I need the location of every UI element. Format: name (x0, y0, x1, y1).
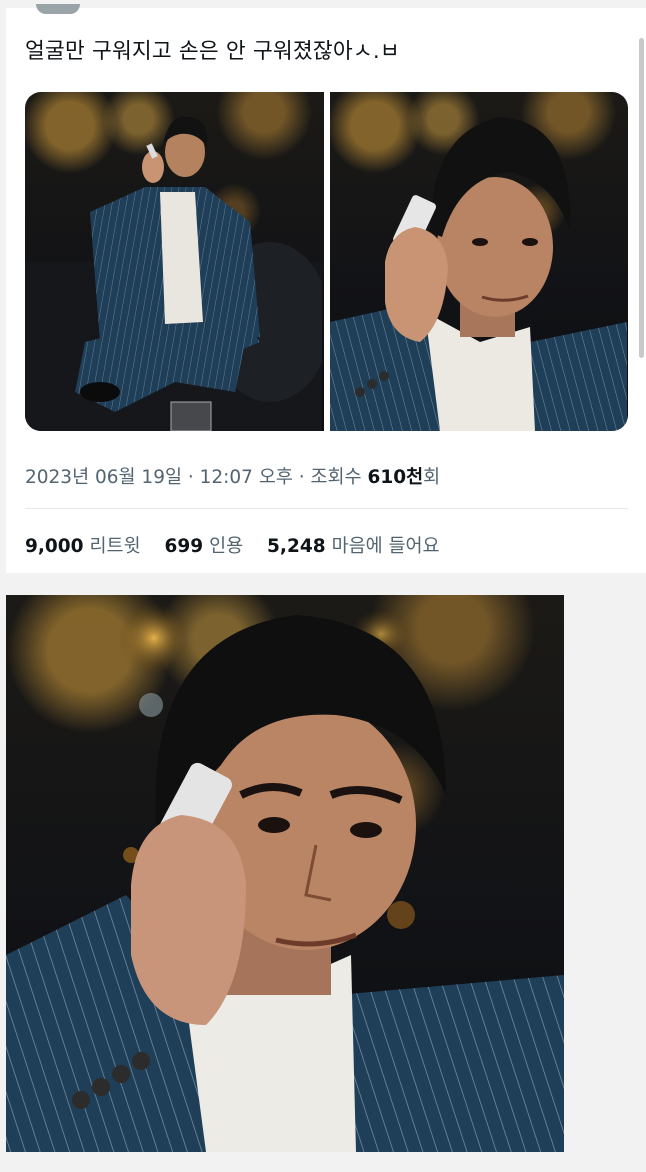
avatar[interactable] (36, 4, 80, 14)
likes-stat[interactable]: 5,248 마음에 들어요 (267, 536, 440, 557)
photo-1-illustration (25, 116, 322, 431)
timestamp-text: 2023년 06월 19일 · 12:07 오후 · 조회수 (25, 467, 362, 488)
likes-count: 5,248 (267, 536, 326, 557)
large-photo (6, 595, 564, 1152)
tweet-timestamp[interactable]: 2023년 06월 19일 · 12:07 오후 · 조회수 610천회 (25, 463, 440, 489)
quotes-stat[interactable]: 699 인용 (164, 536, 243, 557)
retweets-count: 9,000 (25, 536, 84, 557)
tweet-photo-2[interactable] (329, 92, 628, 431)
retweets-label: 리트윗 (89, 536, 141, 557)
views-suffix: 회 (423, 467, 441, 488)
views-count: 610천 (367, 467, 424, 488)
tweet-text: 얼굴만 구워지고 손은 안 구워졌잖아ㅅ.ㅂ (25, 39, 400, 64)
large-photo-illustration (6, 603, 564, 1152)
tweet-card: 얼굴만 구워지고 손은 안 구워졌잖아ㅅ.ㅂ 2023년 06월 19일 · 1… (6, 4, 646, 573)
media-grid (25, 92, 628, 431)
quotes-label: 인용 (209, 536, 244, 557)
likes-label: 마음에 들어요 (331, 536, 440, 557)
divider (25, 508, 628, 509)
tweet-stats: 9,000 리트윗 699 인용 5,248 마음에 들어요 (25, 532, 458, 558)
photo-2-illustration (329, 117, 627, 431)
scrollbar[interactable] (639, 38, 644, 358)
retweets-stat[interactable]: 9,000 리트윗 (25, 536, 141, 557)
tweet-photo-1[interactable] (25, 92, 324, 431)
quotes-count: 699 (164, 536, 204, 557)
